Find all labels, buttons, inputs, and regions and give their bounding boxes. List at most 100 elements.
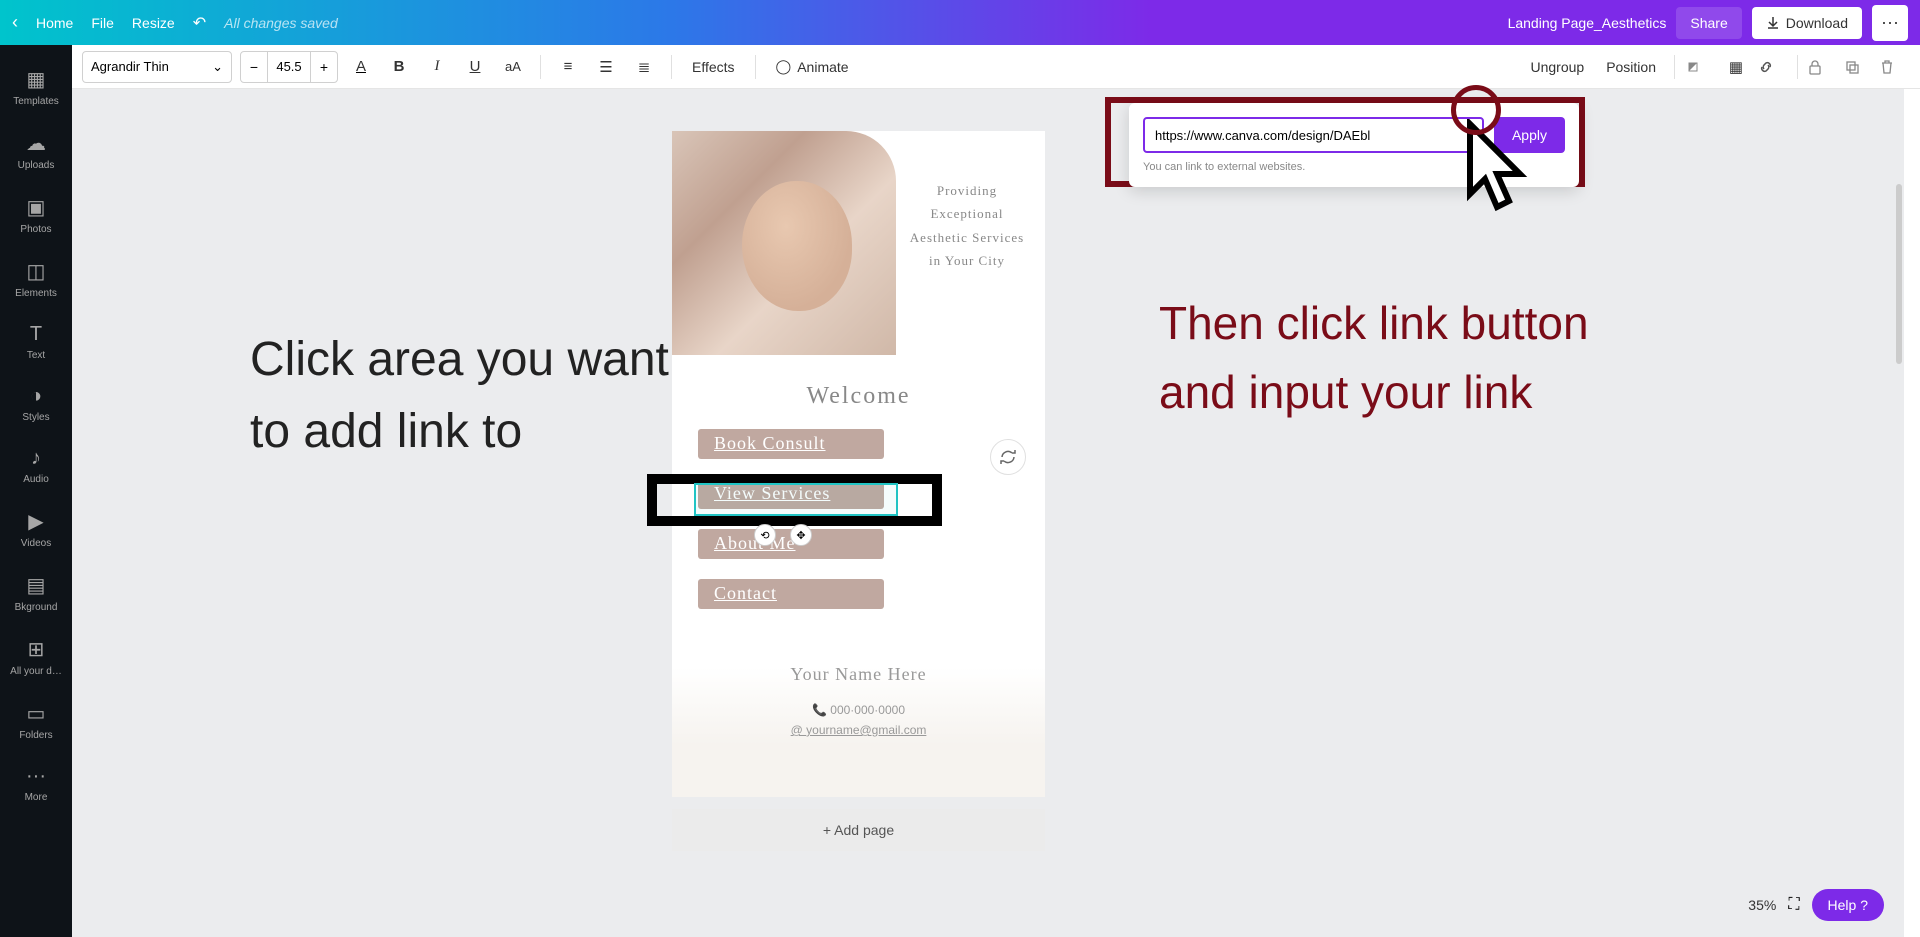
- lock-icon: [1808, 59, 1822, 75]
- underline-button[interactable]: U: [460, 51, 490, 83]
- case-button[interactable]: aA: [498, 51, 528, 83]
- photos-icon: ▣: [0, 195, 72, 220]
- designs-icon: ⊞: [0, 637, 72, 662]
- back-chevron-icon[interactable]: ‹: [12, 12, 18, 33]
- font-size-input[interactable]: [268, 51, 310, 83]
- elements-icon: ◫: [0, 259, 72, 284]
- scrollbar-thumb[interactable]: [1896, 184, 1902, 364]
- sidebar-item-uploads[interactable]: ☁Uploads: [0, 121, 72, 185]
- folders-icon: ▭: [0, 701, 72, 726]
- left-sidebar: ▦Templates ☁Uploads ▣Photos ◫Elements TT…: [0, 45, 72, 937]
- templates-icon: ▦: [0, 67, 72, 92]
- animate-icon: ◯: [776, 58, 792, 75]
- name-text[interactable]: Your Name Here: [672, 664, 1045, 685]
- more-icon: ···: [0, 765, 72, 788]
- sidebar-item-templates[interactable]: ▦Templates: [0, 57, 72, 121]
- file-menu[interactable]: File: [91, 15, 114, 31]
- rotate-handle[interactable]: ⟲: [754, 524, 776, 546]
- font-name: Agrandir Thin: [91, 59, 169, 74]
- transparency-icon: [1685, 59, 1701, 75]
- sidebar-item-videos[interactable]: ▶Videos: [0, 499, 72, 563]
- annotation-text-right: Then click link button and input your li…: [1159, 289, 1639, 427]
- link-item-book[interactable]: Book Consult: [698, 429, 898, 461]
- page-footer: Your Name Here 📞 000·000·0000 @ yourname…: [672, 664, 1045, 737]
- help-button[interactable]: Help ?: [1812, 889, 1884, 921]
- sidebar-item-audio[interactable]: ♪Audio: [0, 437, 72, 499]
- align-button[interactable]: ≡: [553, 51, 583, 83]
- tagline-text[interactable]: Providing Exceptional Aesthetic Services…: [902, 179, 1032, 273]
- effects-button[interactable]: Effects: [684, 51, 743, 83]
- download-label: Download: [1786, 15, 1848, 31]
- font-size-increase[interactable]: +: [310, 51, 338, 83]
- chevron-down-icon: ⌄: [212, 59, 223, 75]
- separator: [671, 55, 672, 79]
- separator: [1674, 55, 1675, 79]
- italic-button[interactable]: I: [422, 51, 452, 83]
- delete-button[interactable]: [1880, 51, 1910, 83]
- sync-icon: [999, 448, 1017, 466]
- email-text[interactable]: @ yourname@gmail.com: [672, 723, 1045, 737]
- ungroup-button[interactable]: Ungroup: [1522, 51, 1592, 83]
- apply-link-button[interactable]: Apply: [1494, 117, 1565, 153]
- sidebar-item-styles[interactable]: ◑Styles: [0, 375, 72, 437]
- sidebar-item-more[interactable]: ···More: [0, 755, 72, 817]
- link-popover: Apply You can link to external websites.: [1129, 103, 1579, 187]
- fullscreen-button[interactable]: ⛶: [1788, 896, 1799, 914]
- download-icon: [1766, 16, 1780, 30]
- home-link[interactable]: Home: [36, 15, 73, 31]
- lock-button[interactable]: [1808, 51, 1838, 83]
- videos-icon: ▶: [0, 509, 72, 534]
- checkerboard-button[interactable]: ▦: [1721, 51, 1751, 83]
- resize-menu[interactable]: Resize: [132, 15, 175, 31]
- font-size-group: − +: [240, 51, 338, 83]
- link-url-input[interactable]: [1143, 117, 1484, 153]
- zoom-value[interactable]: 35%: [1748, 897, 1776, 913]
- spacing-button[interactable]: ≣: [629, 51, 659, 83]
- welcome-heading[interactable]: Welcome: [672, 383, 1045, 410]
- audio-icon: ♪: [0, 447, 72, 470]
- text-icon: T: [0, 323, 72, 346]
- selection-handles: ⟲ ✥: [754, 524, 812, 546]
- element-selection-outline: [694, 483, 898, 516]
- duplicate-button[interactable]: [1844, 51, 1874, 83]
- document-name[interactable]: Landing Page_Aesthetics: [1508, 15, 1667, 31]
- sidebar-item-elements[interactable]: ◫Elements: [0, 249, 72, 313]
- separator: [540, 55, 541, 79]
- link-hint-text: You can link to external websites.: [1143, 161, 1565, 173]
- duplicate-icon: [1844, 59, 1860, 75]
- separator: [1797, 55, 1798, 79]
- canvas-area[interactable]: Providing Exceptional Aesthetic Services…: [72, 89, 1904, 937]
- move-handle[interactable]: ✥: [790, 524, 812, 546]
- phone-text[interactable]: 📞 000·000·0000: [672, 703, 1045, 717]
- font-select[interactable]: Agrandir Thin ⌄: [82, 51, 232, 83]
- sidebar-item-text[interactable]: TText: [0, 313, 72, 375]
- trash-icon: [1880, 59, 1894, 75]
- design-page[interactable]: Providing Exceptional Aesthetic Services…: [672, 131, 1045, 797]
- bold-button[interactable]: B: [384, 51, 414, 83]
- save-status: All changes saved: [224, 15, 338, 31]
- context-toolbar: Agrandir Thin ⌄ − + A B I U aA ≡ ☰ ≣ Eff…: [72, 45, 1920, 89]
- sidebar-item-folders[interactable]: ▭Folders: [0, 691, 72, 755]
- animate-button[interactable]: ◯ Animate: [768, 51, 857, 83]
- sync-button[interactable]: [990, 439, 1026, 475]
- list-button[interactable]: ☰: [591, 51, 621, 83]
- transparency-button[interactable]: [1685, 51, 1715, 83]
- link-button[interactable]: [1757, 51, 1787, 83]
- text-color-button[interactable]: A: [346, 51, 376, 83]
- position-button[interactable]: Position: [1598, 51, 1664, 83]
- font-size-decrease[interactable]: −: [240, 51, 268, 83]
- share-button[interactable]: Share: [1676, 7, 1741, 39]
- more-button[interactable]: ···: [1872, 5, 1908, 41]
- uploads-icon: ☁: [0, 131, 72, 156]
- sidebar-item-designs[interactable]: ⊞All your d…: [0, 627, 72, 691]
- styles-icon: ◑: [0, 385, 72, 408]
- download-button[interactable]: Download: [1752, 7, 1862, 39]
- undo-icon[interactable]: ↶: [193, 13, 206, 33]
- link-item-contact[interactable]: Contact: [698, 579, 898, 611]
- hero-photo[interactable]: [672, 131, 896, 355]
- annotation-text-left: Click area you want to add link to: [250, 324, 710, 468]
- add-page-button[interactable]: + Add page: [672, 809, 1045, 851]
- sidebar-item-background[interactable]: ▤Bkground: [0, 563, 72, 627]
- sidebar-item-photos[interactable]: ▣Photos: [0, 185, 72, 249]
- top-bar: ‹ Home File Resize ↶ All changes saved L…: [0, 0, 1920, 45]
